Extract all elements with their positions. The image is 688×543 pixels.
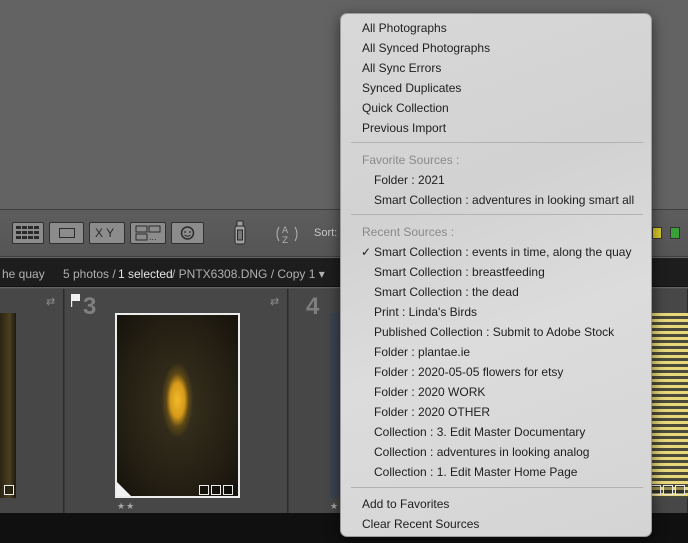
menu-item-add-to-favorites[interactable]: Add to Favorites: [341, 494, 651, 514]
svg-text:...: ...: [149, 233, 157, 242]
filmstrip-cell[interactable]: 3 ★★ ⇄: [65, 289, 288, 514]
checkmark-icon: ✓: [361, 245, 372, 259]
current-file[interactable]: / PNTX6308.DNG / Copy 1 ▾: [172, 267, 325, 281]
menu-item-label: Smart Collection : events in time, along…: [374, 245, 632, 259]
color-label-yellow[interactable]: [652, 227, 662, 239]
compare-icon: X Y: [95, 226, 115, 240]
sort-direction-icon[interactable]: A Z: [273, 223, 309, 246]
people-view-button[interactable]: [171, 222, 204, 244]
keyword-badge-icon: [651, 485, 661, 495]
recent-sources-header: Recent Sources :: [362, 225, 455, 239]
menu-item-recent-source[interactable]: Collection : adventures in looking analo…: [341, 442, 651, 462]
menu-item-recent-source[interactable]: Published Collection : Submit to Adobe S…: [341, 322, 651, 342]
photo-count: 5 photos /: [63, 267, 116, 281]
rotate-icon[interactable]: ⇄: [46, 295, 55, 308]
cell-number: 3: [83, 293, 97, 320]
menu-separator: [351, 487, 643, 488]
star-rating[interactable]: ★★: [117, 501, 135, 512]
menu-item-recent-source[interactable]: Print : Linda's Birds: [341, 302, 651, 322]
rotate-icon[interactable]: ⇄: [270, 295, 279, 308]
favorite-sources-header: Favorite Sources :: [362, 153, 460, 167]
keyword-badge-icon: [199, 485, 209, 495]
collection-badge-icon: [663, 485, 673, 495]
menu-item-previous-import[interactable]: Previous Import: [341, 118, 651, 138]
menu-item-all-sync-errors[interactable]: All Sync Errors: [341, 58, 651, 78]
menu-item-recent-source-checked[interactable]: ✓ Smart Collection : events in time, alo…: [341, 242, 651, 262]
grid-view-button[interactable]: [12, 222, 44, 244]
edit-badge-icon: [675, 485, 685, 495]
menu-item-favorite-source[interactable]: Folder : 2021: [341, 170, 651, 190]
grid-icon: [16, 226, 39, 239]
filmstrip-source-menu: All Photographs All Synced Photographs A…: [340, 13, 652, 537]
photo-thumbnail[interactable]: [330, 313, 340, 498]
flag-icon[interactable]: [70, 293, 82, 307]
loupe-view-button[interactable]: [49, 222, 84, 244]
collection-badge-icon: [211, 485, 221, 495]
svg-text:A: A: [282, 226, 289, 236]
menu-separator: [351, 142, 643, 143]
menu-item-favorite-source[interactable]: Smart Collection : adventures in looking…: [341, 190, 651, 210]
source-name[interactable]: he quay: [2, 267, 45, 281]
menu-item-recent-source[interactable]: Folder : 2020 OTHER: [341, 402, 651, 422]
menu-item-recent-source[interactable]: Collection : 1. Edit Master Home Page: [341, 462, 651, 482]
selected-count: 1 selected: [118, 267, 173, 281]
menu-item-recent-source[interactable]: Folder : 2020 WORK: [341, 382, 651, 402]
color-label-green[interactable]: [670, 227, 680, 239]
photo-thumbnail[interactable]: [0, 313, 16, 498]
menu-item-synced-duplicates[interactable]: Synced Duplicates: [341, 78, 651, 98]
edit-badge-icon: [4, 485, 14, 495]
menu-item-recent-source[interactable]: Smart Collection : breastfeeding: [341, 262, 651, 282]
painter-icon[interactable]: [232, 220, 248, 246]
survey-view-button[interactable]: ...: [130, 222, 166, 244]
survey-icon: ...: [135, 225, 161, 242]
sort-label: Sort:: [314, 227, 338, 239]
photo-thumbnail[interactable]: [115, 313, 240, 498]
menu-item-recent-source[interactable]: Smart Collection : the dead: [341, 282, 651, 302]
photo-thumbnail[interactable]: [651, 313, 688, 498]
menu-item-recent-source[interactable]: Folder : 2020-05-05 flowers for etsy: [341, 362, 651, 382]
menu-item-all-photographs[interactable]: All Photographs: [341, 18, 651, 38]
filmstrip-cell[interactable]: ⇄: [0, 289, 64, 514]
menu-item-recent-source[interactable]: Folder : plantae.ie: [341, 342, 651, 362]
cell-number: 4: [306, 293, 320, 320]
edit-badge-icon: [223, 485, 233, 495]
face-icon: [180, 226, 195, 240]
compare-view-button[interactable]: X Y: [89, 222, 125, 244]
menu-item-all-synced-photographs[interactable]: All Synced Photographs: [341, 38, 651, 58]
loupe-icon: [59, 228, 75, 238]
menu-separator: [351, 214, 643, 215]
menu-item-clear-recent-sources[interactable]: Clear Recent Sources: [341, 514, 651, 534]
svg-text:Z: Z: [282, 236, 288, 245]
corner-triangle-icon: [117, 482, 131, 496]
menu-item-quick-collection[interactable]: Quick Collection: [341, 98, 651, 118]
menu-item-recent-source[interactable]: Collection : 3. Edit Master Documentary: [341, 422, 651, 442]
